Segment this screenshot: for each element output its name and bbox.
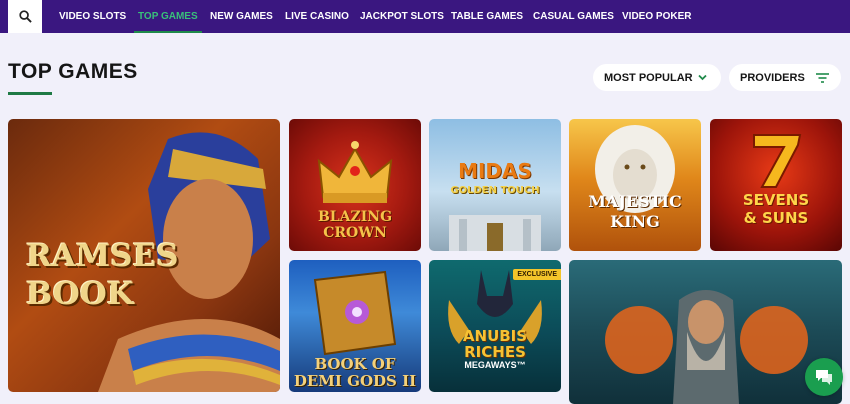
providers-filter-button[interactable]: PROVIDERS [729, 64, 841, 91]
title-line: BLAZING [317, 209, 393, 225]
game-tile-blazing-crown[interactable]: BLAZING CROWN [289, 119, 421, 251]
nav-item-label: CASUAL GAMES [533, 11, 614, 22]
title-line: CROWN [323, 225, 387, 241]
game-title: ANUBIS RICHES [429, 328, 561, 360]
search-icon [18, 10, 32, 23]
game-tile-majestic-king[interactable]: MAJESTIC KING [569, 119, 701, 251]
title-line: MAJESTIC [588, 192, 682, 211]
nav-item-video-poker[interactable]: VIDEO POKER [622, 0, 691, 33]
game-tile-wizard[interactable] [569, 260, 842, 404]
filter-icon [816, 73, 829, 83]
top-navigation: VIDEO SLOTS TOP GAMES NEW GAMES LIVE CAS… [0, 0, 850, 33]
title-line: KING [610, 212, 660, 231]
game-tile-anubis-riches-megaways[interactable]: EXCLUSIVE ANUBIS RICHES MEGAWAYS™ [429, 260, 561, 392]
game-subtitle: GOLDEN TOUCH [450, 185, 540, 196]
chat-bubble-icon [816, 370, 832, 385]
game-title: BOOK OF DEMI GODS II [289, 356, 421, 390]
title-line: RAMSES [26, 238, 179, 274]
providers-label: PROVIDERS [740, 71, 805, 84]
chevron-down-icon [698, 74, 707, 81]
title-line: BOOK [26, 276, 134, 312]
nav-item-new-games[interactable]: NEW GAMES [210, 0, 273, 33]
nav-item-label: LIVE CASINO [285, 11, 349, 22]
game-tile-book-of-demi-gods-ii[interactable]: BOOK OF DEMI GODS II [289, 260, 421, 392]
nav-item-label: VIDEO POKER [622, 11, 692, 22]
title-line: DEMI GODS II [293, 372, 417, 390]
nav-item-top-games[interactable]: TOP GAMES [134, 0, 202, 33]
nav-item-live-casino[interactable]: LIVE CASINO [285, 0, 349, 33]
game-title: MAJESTIC KING [569, 192, 701, 232]
search-button[interactable] [8, 0, 42, 33]
nav-item-video-slots[interactable]: VIDEO SLOTS [59, 0, 126, 33]
title-line: RICHES [464, 343, 526, 361]
nav-item-label: JACKPOT SLOTS [360, 11, 444, 22]
game-tile-sevens-and-suns[interactable]: SEVENS & SUNS [710, 119, 842, 251]
game-title: MIDAS [458, 159, 532, 183]
title-line: ANUBIS [462, 327, 528, 345]
nav-item-table-games[interactable]: TABLE GAMES [451, 0, 523, 33]
game-title: SEVENS & SUNS [710, 191, 842, 227]
seven-artwork [753, 134, 802, 188]
page-title: TOP GAMES [8, 60, 138, 83]
game-subtitle: MEGAWAYS™ [464, 360, 526, 370]
wizard-artwork [605, 290, 808, 404]
sort-label: MOST POPULAR [604, 71, 693, 84]
nav-item-label: VIDEO SLOTS [59, 11, 127, 22]
live-chat-button[interactable] [805, 358, 843, 396]
title-line: SEVENS [742, 191, 810, 209]
sort-dropdown[interactable]: MOST POPULAR [593, 64, 721, 91]
title-line: & SUNS [743, 209, 809, 227]
title-underline [8, 92, 52, 95]
game-title: BLAZING CROWN [289, 209, 421, 241]
nav-item-casual-games[interactable]: CASUAL GAMES [533, 0, 614, 33]
nav-item-label: TABLE GAMES [451, 11, 524, 22]
nav-item-label: TOP GAMES [138, 11, 198, 22]
active-tab-indicator [134, 31, 202, 33]
exclusive-badge: EXCLUSIVE [513, 269, 561, 280]
title-line: BOOK OF [314, 355, 396, 373]
nav-item-jackpot-slots[interactable]: JACKPOT SLOTS [360, 0, 444, 33]
game-tile-ramses-book[interactable]: RAMSES BOOK [8, 119, 280, 392]
game-title: RAMSES BOOK [26, 237, 179, 313]
game-tile-midas-golden-touch[interactable]: MIDAS GOLDEN TOUCH [429, 119, 561, 251]
nav-item-label: NEW GAMES [210, 11, 273, 22]
